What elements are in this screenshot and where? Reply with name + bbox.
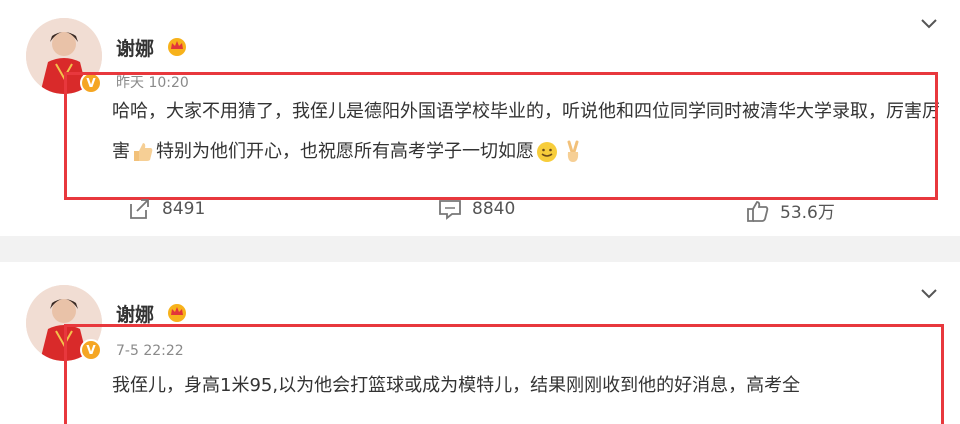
author-name[interactable]: 谢娜 bbox=[116, 300, 154, 327]
thumbs-up-icon bbox=[747, 200, 769, 222]
post-divider bbox=[0, 236, 960, 262]
victory-hand-emoji-icon bbox=[567, 140, 579, 162]
repost-icon bbox=[130, 199, 149, 219]
post-content-text: 特别为他们开心，也祝愿所有高考学子一切如愿 bbox=[156, 141, 534, 162]
author-name[interactable]: 谢娜 bbox=[116, 34, 154, 61]
post-content: 哈哈，大家不用猜了，我侄儿是德阳外国语学校毕业的，听说他和四位同学同时被清华大学… bbox=[112, 92, 942, 172]
weibo-post: V 谢娜 7-5 22:22 我侄儿，身高1米95,以为他会打篮球或成为模特儿，… bbox=[0, 262, 960, 424]
post-actions: 8491 8840 53.6万 bbox=[0, 198, 960, 228]
repost-button[interactable]: 8491 bbox=[128, 198, 205, 220]
crown-icon bbox=[168, 38, 186, 56]
comment-count: 8840 bbox=[472, 199, 516, 219]
like-button[interactable]: 53.6万 bbox=[746, 198, 835, 223]
like-count: 53.6万 bbox=[780, 203, 835, 223]
chevron-down-icon[interactable] bbox=[920, 18, 938, 30]
weibo-post: V 谢娜 昨天 10:20 哈哈，大家不用猜了，我侄儿是德阳外国语学校毕业的，听… bbox=[0, 0, 960, 236]
comment-icon bbox=[439, 200, 461, 220]
smile-emoji-icon bbox=[537, 142, 557, 162]
thumbs-up-emoji-icon bbox=[134, 143, 153, 161]
comment-button[interactable]: 8840 bbox=[438, 198, 515, 220]
verified-badge: V bbox=[80, 72, 102, 94]
post-content: 我侄儿，身高1米95,以为他会打篮球或成为模特儿，结果刚刚收到他的好消息，高考全 bbox=[112, 375, 801, 396]
crown-icon bbox=[168, 304, 186, 322]
post-time: 昨天 10:20 bbox=[116, 75, 189, 91]
verified-badge: V bbox=[80, 339, 102, 361]
post-time: 7-5 22:22 bbox=[116, 343, 184, 359]
repost-count: 8491 bbox=[162, 199, 206, 219]
chevron-down-icon[interactable] bbox=[920, 288, 938, 300]
